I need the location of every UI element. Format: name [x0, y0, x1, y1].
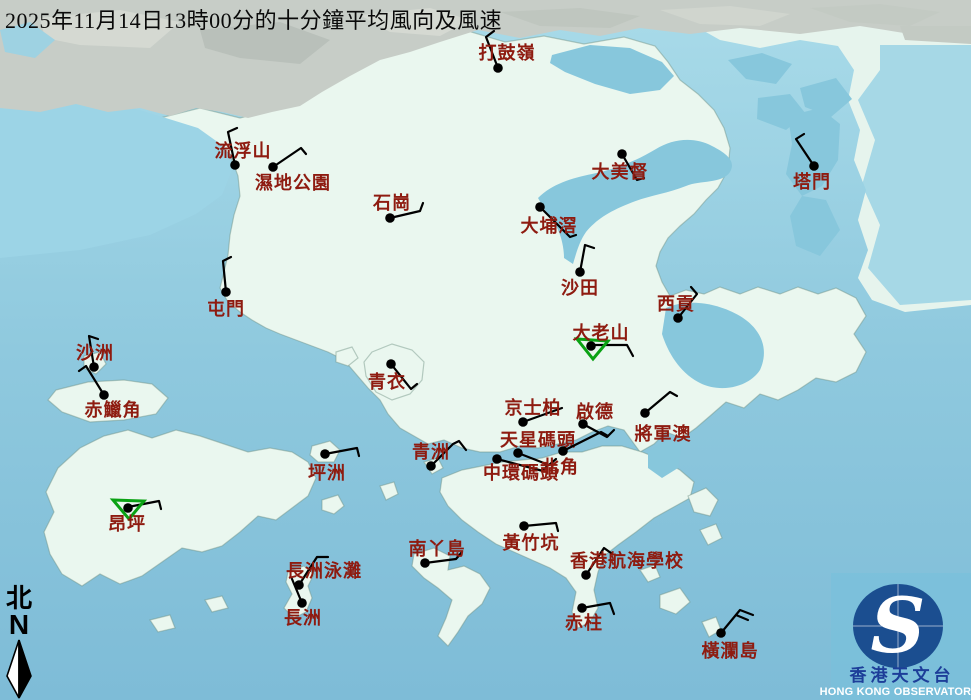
station-dot — [558, 446, 568, 456]
station-marker: 京士柏 — [505, 397, 563, 427]
station-dot — [575, 267, 585, 277]
station-label: 濕地公園 — [255, 172, 331, 193]
station-marker: 赤柱 — [565, 603, 614, 633]
station-label: 大埔滘 — [521, 215, 578, 236]
station-marker: 昂坪 — [108, 500, 161, 534]
station-dot — [809, 161, 819, 171]
map-title: 2025年11月14日13時00分的十分鐘平均風向及風速 — [5, 3, 502, 35]
station-marker: 石崗 — [372, 192, 423, 223]
station-label: 將軍澳 — [635, 423, 692, 444]
station-label: 坪洲 — [308, 463, 346, 483]
station-dot — [297, 598, 307, 608]
station-label: 沙洲 — [76, 343, 114, 363]
station-dot — [221, 287, 231, 297]
station-label: 石崗 — [372, 192, 411, 213]
station-label: 塔門 — [793, 171, 831, 192]
station-label: 沙田 — [561, 278, 599, 298]
station-dot — [99, 390, 109, 400]
station-dot — [617, 149, 627, 159]
station-marker: 西貢 — [657, 287, 697, 323]
station-label: 大老山 — [573, 322, 630, 343]
station-dot — [230, 160, 240, 170]
station-label: 打鼓嶺 — [479, 42, 536, 63]
wind-barb — [273, 148, 306, 167]
station-dot — [386, 359, 396, 369]
station-marker: 南丫島 — [409, 538, 466, 568]
station-marker: 香港航海學校 — [569, 548, 684, 580]
wind-barb — [796, 134, 814, 166]
station-label: 西貢 — [657, 294, 695, 314]
station-label: 昂坪 — [108, 514, 146, 534]
station-dot — [716, 628, 726, 638]
wind-barb — [721, 610, 753, 633]
wind-barb — [645, 392, 677, 413]
station-dot — [581, 570, 591, 580]
station-dot — [493, 63, 503, 73]
station-label: 赤柱 — [565, 612, 603, 633]
station-marker: 屯門 — [207, 257, 245, 319]
station-label: 青衣 — [368, 371, 406, 392]
station-marker: 打鼓嶺 — [479, 31, 536, 73]
station-marker: 塔門 — [793, 134, 831, 192]
station-marker: 將軍澳 — [635, 392, 692, 444]
station-dot — [426, 461, 436, 471]
station-marker: 赤鱲角 — [79, 366, 142, 420]
station-label: 南丫島 — [409, 538, 466, 559]
station-label: 大美督 — [592, 161, 649, 182]
station-dot — [123, 503, 133, 513]
station-dot — [673, 313, 683, 323]
station-marker: 長洲泳灘 — [286, 557, 362, 590]
station-dot — [268, 162, 278, 172]
station-dot — [640, 408, 650, 418]
station-label: 京士柏 — [505, 397, 562, 418]
station-marker: 黃竹坑 — [502, 521, 560, 553]
wind-stations-layer: 打鼓嶺流浮山濕地公園石崗 大美督 塔門大埔滘沙田西貢大老山 屯門沙洲赤鱲角 青衣青洲 京士… — [0, 0, 971, 700]
station-dot — [385, 213, 395, 223]
station-label: 黃竹坑 — [502, 532, 560, 553]
station-label: 長洲泳灘 — [286, 560, 362, 581]
station-label: 北角 — [541, 456, 579, 477]
station-marker: 大老山 — [573, 322, 634, 359]
station-label: 赤鱲角 — [85, 399, 142, 420]
station-marker: 啟德 — [576, 401, 614, 437]
station-label: 啟德 — [576, 401, 614, 422]
station-dot — [320, 449, 330, 459]
station-dot — [420, 558, 430, 568]
station-marker: 大埔滘 — [521, 202, 578, 237]
station-dot — [89, 362, 99, 372]
station-marker: 青洲 — [412, 441, 466, 471]
station-dot — [535, 202, 545, 212]
wind-barb — [736, 615, 748, 620]
station-marker: 青衣 — [368, 359, 417, 392]
station-label: 屯門 — [207, 298, 245, 319]
station-dot — [518, 417, 528, 427]
station-marker: 沙田 — [561, 245, 599, 298]
wind-barb — [583, 424, 614, 437]
station-marker: 坪洲 — [308, 448, 359, 483]
station-label: 流浮山 — [215, 140, 272, 161]
station-marker: 大美督 — [592, 149, 649, 182]
station-dot — [577, 603, 587, 613]
station-label: 橫瀾島 — [702, 640, 759, 661]
station-marker: 沙洲 — [76, 336, 114, 372]
station-label: 香港航海學校 — [569, 550, 684, 571]
station-label: 長洲 — [284, 608, 322, 628]
wind-barb — [524, 523, 558, 531]
station-marker: 橫瀾島 — [702, 610, 759, 661]
wind-barb — [223, 257, 231, 292]
station-marker: 流浮山 — [215, 128, 272, 170]
station-label: 青洲 — [412, 442, 450, 462]
wind-barb — [325, 448, 359, 456]
station-dot — [519, 521, 529, 531]
wind-map-screenshot: 打鼓嶺流浮山濕地公園石崗 大美督 塔門大埔滘沙田西貢大老山 屯門沙洲赤鱲角 青衣青洲 京士… — [0, 0, 971, 700]
